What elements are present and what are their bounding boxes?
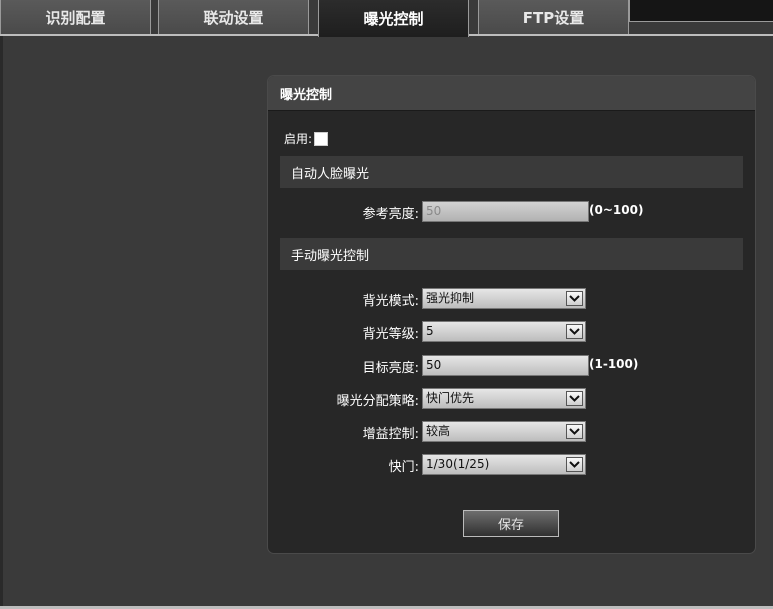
tab-bar: 识别配置 联动设置 曝光控制 FTP设置 [0,0,773,37]
save-button[interactable]: 保存 [463,510,559,537]
shutter-value: 1/30(1/25) [426,457,490,471]
exposure-strategy-value: 快门优先 [426,391,475,405]
tab-exposure-control[interactable]: 曝光控制 [318,0,469,37]
chevron-down-icon[interactable] [566,391,583,406]
target-brightness-input[interactable]: 50 [422,355,589,376]
panel-title: 曝光控制 [268,76,755,111]
gain-control-value: 较高 [426,424,451,438]
gain-control-select[interactable]: 较高 [422,421,586,442]
tab-ftp-settings[interactable]: FTP设置 [478,0,629,35]
tab-recognition-config[interactable]: 识别配置 [0,0,151,35]
enable-row: 启用: [284,130,329,147]
backlight-mode-value: 强光抑制 [426,291,475,305]
chevron-down-icon[interactable] [566,457,583,472]
reference-brightness-input: 50 [422,201,589,222]
tab-linkage-settings[interactable]: 联动设置 [158,0,309,35]
shutter-select[interactable]: 1/30(1/25) [422,454,586,475]
left-edge [0,36,3,609]
exposure-strategy-label: 曝光分配策略: [336,394,419,409]
backlight-level-label: 背光等级: [362,327,419,342]
backlight-level-value: 5 [426,324,434,338]
enable-checkbox[interactable] [314,131,329,146]
exposure-control-panel: 曝光控制 启用: 自动人脸曝光 参考亮度: 50 (0~100) 手动曝光控制 … [268,76,755,553]
target-brightness-range: (1-100) [589,357,639,371]
backlight-mode-label: 背光模式: [362,294,419,309]
chevron-down-icon[interactable] [566,291,583,306]
target-brightness-label: 目标亮度: [362,361,419,376]
reference-brightness-range: (0~100) [589,203,644,217]
manual-exposure-section: 手动曝光控制 [280,238,743,270]
shutter-label: 快门: [388,460,419,475]
chevron-down-icon[interactable] [566,424,583,439]
enable-label: 启用: [284,132,313,146]
reference-brightness-label: 参考亮度: [362,207,419,222]
gain-control-label: 增益控制: [362,427,419,442]
chevron-down-icon[interactable] [566,324,583,339]
exposure-strategy-select[interactable]: 快门优先 [422,388,586,409]
backlight-mode-select[interactable]: 强光抑制 [422,288,586,309]
tab-bar-filler [629,0,773,22]
auto-face-exposure-section: 自动人脸曝光 [280,156,743,188]
backlight-level-select[interactable]: 5 [422,321,586,342]
